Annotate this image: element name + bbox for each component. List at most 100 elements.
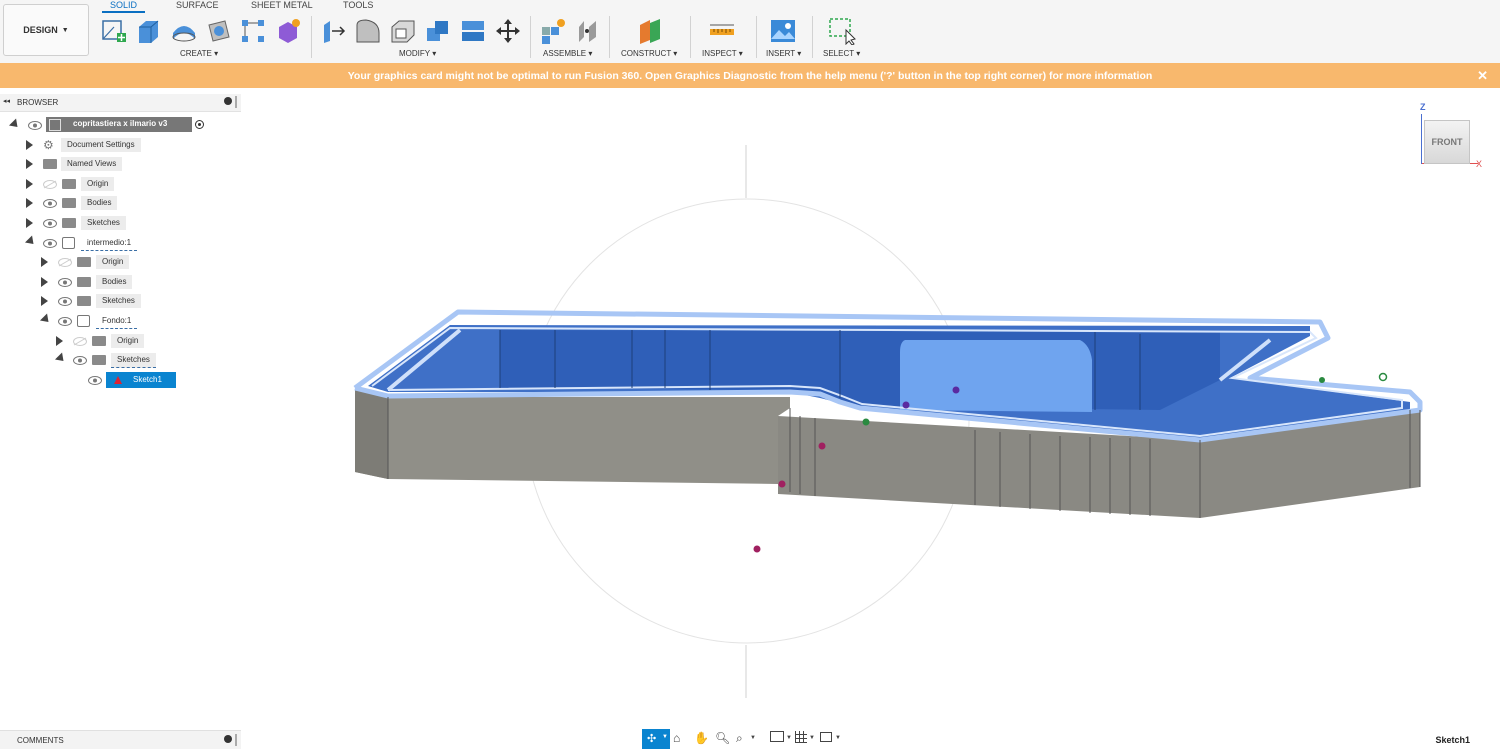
panel-resize-handle[interactable] (235, 734, 237, 746)
pan-hand-icon[interactable]: ✋ (694, 731, 709, 745)
expand-triangle-icon[interactable] (41, 257, 48, 267)
fillet-icon[interactable] (354, 17, 382, 45)
modify-group-label[interactable]: MODIFY ▾ (399, 49, 436, 58)
browser-item-sketches[interactable]: Sketches (96, 294, 141, 308)
joint-icon[interactable] (574, 17, 602, 45)
design-workspace-button[interactable]: DESIGN ▼ (3, 4, 89, 56)
shell-icon[interactable] (389, 17, 417, 45)
navigation-bar: ✣ ▼ ⌂ ✋ 🔍︎ ⌕ ▼ ▼ ▼ ▼ (642, 729, 852, 749)
expand-triangle-icon[interactable] (26, 159, 33, 169)
expand-triangle-icon[interactable] (26, 198, 33, 208)
chevron-down-icon[interactable]: ▼ (750, 735, 756, 741)
browser-item-sketches[interactable]: Sketches (111, 353, 156, 368)
insert-group-label[interactable]: INSERT ▾ (766, 49, 801, 58)
separator (812, 16, 813, 58)
browser-item-fondo[interactable]: Fondo:1 (96, 314, 138, 329)
view-cube-front-face[interactable]: FRONT (1424, 120, 1470, 164)
browser-item-named-views[interactable]: Named Views (61, 157, 123, 171)
tab-surface[interactable]: SURFACE (176, 0, 219, 11)
panel-resize-handle[interactable] (235, 96, 237, 108)
collapse-panel-icon[interactable]: ◂◂ (3, 97, 10, 105)
expand-triangle-icon[interactable] (26, 140, 33, 150)
eye-icon[interactable] (43, 239, 57, 248)
expand-triangle-icon[interactable] (39, 313, 53, 326)
combine-icon[interactable] (424, 17, 452, 45)
axis-x-label: X (1476, 159, 1483, 169)
browser-item-sketches[interactable]: Sketches (81, 216, 126, 230)
tab-sheet-metal[interactable]: SHEET METAL (251, 0, 313, 11)
view-cube[interactable]: Z X FRONT (1418, 100, 1488, 172)
chevron-down-icon: ▼ (662, 734, 668, 740)
3d-viewport[interactable] (241, 89, 1500, 729)
eye-icon[interactable] (28, 121, 42, 130)
fit-view-icon[interactable]: ⌕ (736, 731, 743, 746)
viewports-icon[interactable] (820, 732, 832, 742)
eye-hidden-icon[interactable] (43, 180, 57, 189)
browser-header[interactable]: ◂◂ BROWSER (0, 94, 241, 112)
comments-title: COMMENTS (17, 736, 64, 745)
close-icon[interactable]: ✕ (1477, 68, 1488, 84)
assemble-group-label[interactable]: ASSEMBLE ▾ (543, 49, 592, 58)
browser-item-sketch1[interactable]: Sketch1 (106, 372, 176, 388)
eye-icon[interactable] (43, 219, 57, 228)
split-body-icon[interactable] (459, 17, 487, 45)
browser-item-document-settings[interactable]: Document Settings (61, 138, 141, 152)
eye-icon[interactable] (58, 317, 72, 326)
browser-item-intermedio[interactable]: intermedio:1 (81, 236, 138, 251)
expand-triangle-icon[interactable] (26, 179, 33, 189)
eye-icon[interactable] (88, 376, 102, 385)
eye-icon[interactable] (58, 278, 72, 287)
pattern-icon[interactable] (239, 17, 267, 45)
zoom-icon[interactable]: 🔍︎ (715, 731, 730, 745)
add-comment-icon[interactable] (224, 735, 232, 743)
new-component-icon[interactable] (539, 17, 567, 45)
insert-image-icon[interactable] (769, 17, 797, 45)
measure-icon[interactable] (708, 17, 736, 45)
orbit-tool-button[interactable]: ✣ ▼ (642, 729, 670, 749)
select-group-label[interactable]: SELECT ▾ (823, 49, 860, 58)
chevron-down-icon[interactable]: ▼ (809, 735, 815, 741)
comments-panel[interactable]: COMMENTS (0, 730, 241, 749)
inspect-group-label[interactable]: INSPECT ▾ (702, 49, 743, 58)
create-group-label[interactable]: CREATE ▾ (180, 49, 218, 58)
chevron-down-icon[interactable]: ▼ (835, 735, 841, 741)
browser-item-bodies[interactable]: Bodies (96, 275, 133, 289)
revolve-icon[interactable] (170, 17, 198, 45)
expand-triangle-icon[interactable] (54, 352, 68, 365)
window-select-icon[interactable] (828, 17, 856, 45)
eye-icon[interactable] (58, 297, 72, 306)
move-copy-icon[interactable] (494, 17, 522, 45)
browser-item-bodies[interactable]: Bodies (81, 196, 118, 210)
display-settings-icon[interactable] (770, 731, 784, 742)
browser-item-origin[interactable]: Origin (111, 334, 145, 348)
expand-triangle-icon[interactable] (24, 235, 38, 248)
eye-hidden-icon[interactable] (58, 258, 72, 267)
create-sketch-icon[interactable] (100, 17, 128, 45)
extrude-icon[interactable] (134, 17, 162, 45)
expand-triangle-icon[interactable] (41, 296, 48, 306)
hole-icon[interactable] (205, 17, 233, 45)
eye-icon[interactable] (43, 199, 57, 208)
expand-triangle-icon[interactable] (8, 118, 22, 131)
browser-item-origin[interactable]: Origin (96, 255, 130, 269)
browser-options-icon[interactable] (224, 97, 232, 105)
construct-group-label[interactable]: CONSTRUCT ▾ (621, 49, 677, 58)
offset-plane-icon[interactable] (636, 17, 664, 45)
expand-triangle-icon[interactable] (41, 277, 48, 287)
root-component[interactable]: copritastiera x ilmario v3 (46, 117, 192, 132)
expand-triangle-icon[interactable] (26, 218, 33, 228)
grid-settings-icon[interactable] (795, 731, 807, 743)
tab-tools[interactable]: TOOLS (343, 0, 373, 11)
folder-icon (92, 336, 106, 346)
activate-radio-icon[interactable] (195, 120, 204, 129)
eye-hidden-icon[interactable] (73, 337, 87, 346)
look-at-icon[interactable]: ⌂ (673, 731, 680, 745)
expand-triangle-icon[interactable] (56, 336, 63, 346)
form-icon[interactable] (274, 17, 302, 45)
chevron-down-icon[interactable]: ▼ (786, 735, 792, 741)
chevron-down-icon: ▼ (61, 26, 69, 34)
browser-item-origin[interactable]: Origin (81, 177, 115, 191)
tab-solid[interactable]: SOLID (102, 0, 146, 13)
press-pull-icon[interactable] (320, 17, 348, 45)
eye-icon[interactable] (73, 356, 87, 365)
